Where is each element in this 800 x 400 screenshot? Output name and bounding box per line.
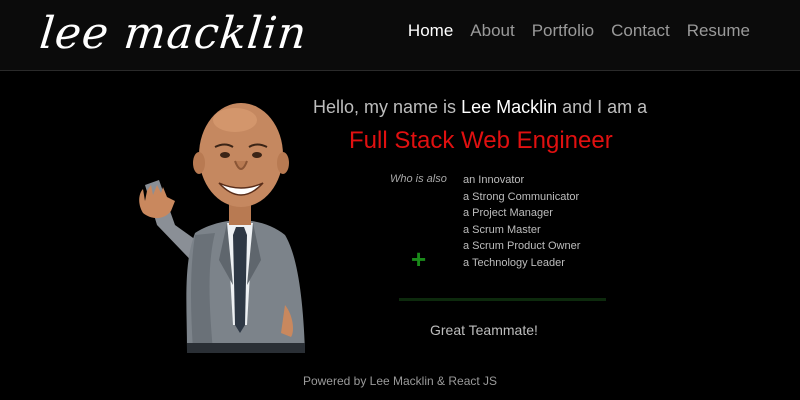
- site-logo[interactable]: lee macklin: [37, 4, 310, 64]
- nav-contact[interactable]: Contact: [611, 20, 670, 42]
- trait-item: a Project Manager: [463, 207, 553, 219]
- trait-item: a Scrum Master: [463, 223, 541, 236]
- trait-item: an Innovator: [463, 174, 525, 186]
- divider: [399, 298, 606, 301]
- greeting-prefix: Hello, my name is: [313, 97, 457, 117]
- nav-about[interactable]: About: [470, 20, 514, 42]
- trait-item: a Scrum Product Owner: [463, 240, 581, 252]
- traits-list: an Innovator a Strong Communicator a Pro…: [463, 172, 580, 271]
- waving-caricature-avatar: [139, 103, 305, 353]
- who-is-also-label: Who is also: [390, 173, 447, 185]
- nav-resume[interactable]: Resume: [687, 20, 750, 42]
- plus-icon: +: [411, 244, 427, 274]
- hero-greeting: Hello, my name is Lee Macklin and I am a: [313, 96, 673, 118]
- hero-role-title: Full Stack Web Engineer: [349, 127, 613, 154]
- greeting-suffix: and I am a: [562, 97, 648, 117]
- trait-item: a Strong Communicator: [463, 190, 580, 203]
- site-header: lee macklin Home About Portfolio Contact…: [0, 0, 800, 71]
- trait-item: a Technology Leader: [463, 256, 565, 269]
- closing-tagline: Great Teammate!: [430, 322, 538, 338]
- nav-home[interactable]: Home: [408, 20, 453, 42]
- hero-name: Lee Macklin: [461, 97, 558, 117]
- main-nav: Home About Portfolio Contact Resume: [408, 20, 750, 42]
- site-footer: Powered by Lee Macklin & React JS: [302, 374, 498, 388]
- nav-portfolio[interactable]: Portfolio: [532, 20, 594, 42]
